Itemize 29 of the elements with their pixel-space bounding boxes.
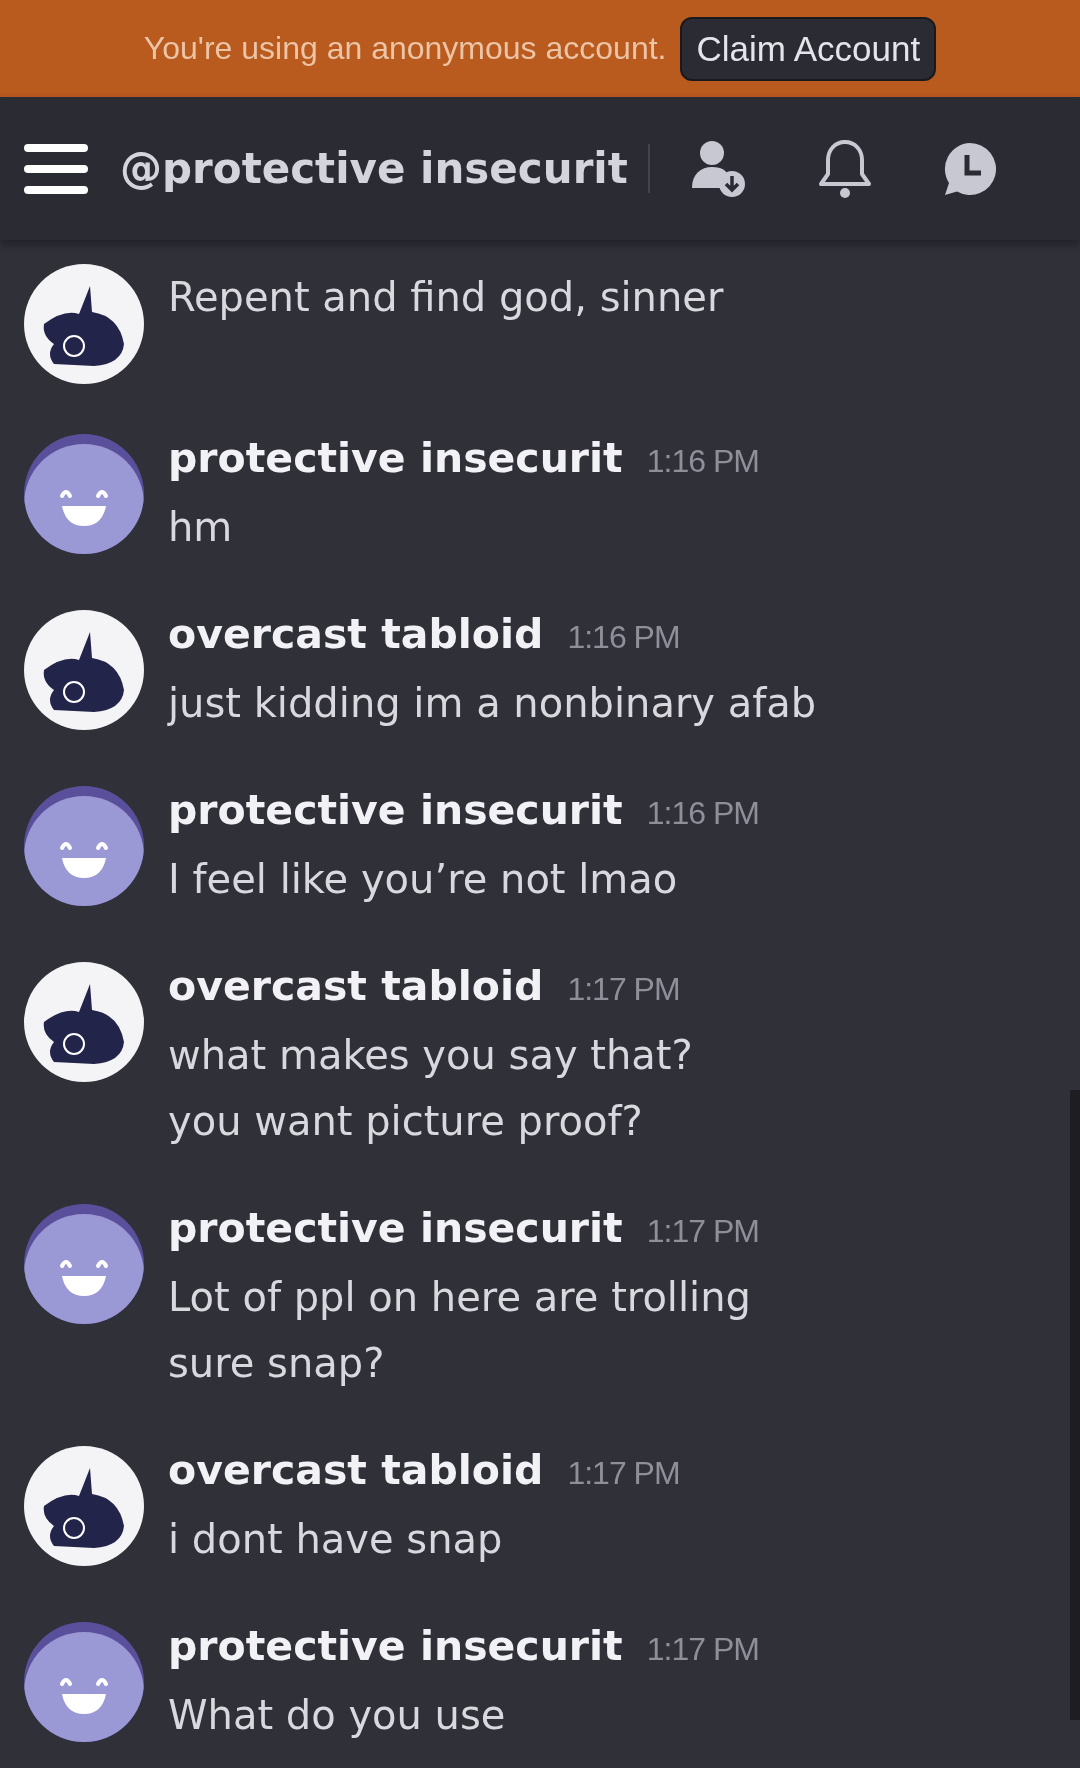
- timestamp: 1:17 PM: [646, 1213, 759, 1250]
- timestamp: 1:17 PM: [646, 1631, 759, 1668]
- add-user-icon[interactable]: [689, 139, 748, 198]
- message-text: what makes you say that?: [168, 1031, 693, 1080]
- timestamp: 1:17 PM: [567, 971, 680, 1008]
- menu-icon[interactable]: [24, 143, 88, 194]
- message-text: Lot of ppl on here are trolling: [168, 1273, 752, 1322]
- message-text: just kidding im a nonbinary afab: [168, 679, 817, 728]
- author-name[interactable]: overcast tabloid: [168, 1446, 544, 1494]
- author-name[interactable]: protective insecurit: [168, 786, 623, 834]
- author-name[interactable]: overcast tabloid: [168, 610, 544, 658]
- author-name[interactable]: protective insecurit: [168, 434, 623, 482]
- message-text: I feel like you’re not lmao: [168, 855, 679, 904]
- claim-account-button[interactable]: Claim Account: [680, 16, 937, 81]
- message-text: What do you use: [168, 1691, 507, 1740]
- author-name[interactable]: protective insecurit: [168, 1622, 623, 1670]
- timestamp: 1:16 PM: [567, 619, 680, 656]
- message-text: sure snap?: [168, 1339, 386, 1388]
- timestamp: 1:16 PM: [646, 443, 759, 480]
- channel-title: @protective insecurit: [88, 144, 650, 193]
- anonymous-notice: You're using an anonymous account.: [143, 30, 667, 67]
- author-name[interactable]: protective insecurit: [168, 1204, 623, 1252]
- timestamp: 1:16 PM: [646, 795, 759, 832]
- message-text: you want picture proof?: [168, 1097, 644, 1146]
- message-text: hm: [168, 503, 234, 552]
- message-text: i dont have snap: [168, 1515, 504, 1564]
- author-name[interactable]: overcast tabloid: [168, 962, 544, 1010]
- timestamp: 1:17 PM: [567, 1455, 680, 1492]
- message-text: Repent and find god, sinner: [168, 273, 724, 322]
